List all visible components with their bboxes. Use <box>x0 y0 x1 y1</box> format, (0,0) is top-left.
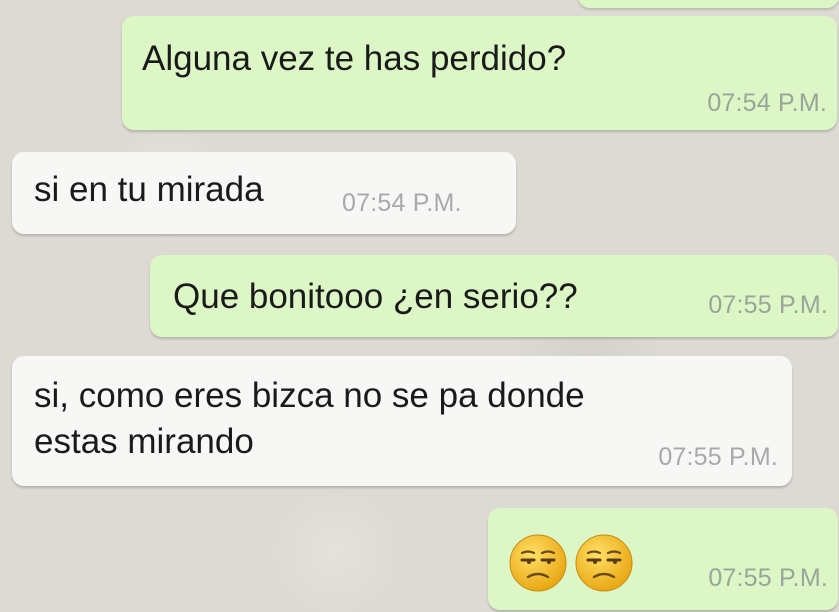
chat-conversation: Alguna vez te has perdido? 07:54 P.M. si… <box>0 0 839 612</box>
message-text-line-2: estas mirando <box>34 422 254 461</box>
previous-message-bubble <box>578 0 839 8</box>
message-timestamp: 07:54 P.M. <box>342 189 462 217</box>
message-text-line-1: si, como eres bizca no se pa donde <box>34 376 585 415</box>
message-timestamp: 07:55 P.M. <box>708 291 828 319</box>
message-timestamp: 07:55 P.M. <box>658 443 778 471</box>
message-bubble-outgoing[interactable]: 07:55 P.M. <box>488 508 838 610</box>
message-bubble-incoming[interactable]: si en tu mirada 07:54 P.M. <box>12 152 516 234</box>
message-bubble-outgoing[interactable]: Que bonitooo ¿en serio?? 07:55 P.M. <box>150 255 838 337</box>
message-text: si en tu mirada <box>34 170 264 209</box>
message-timestamp: 07:55 P.M. <box>708 564 828 592</box>
message-text: Que bonitooo ¿en serio?? <box>173 277 578 316</box>
message-timestamp: 07:54 P.M. <box>707 89 827 117</box>
message-text: Alguna vez te has perdido? <box>142 39 567 78</box>
unamused-face-icon <box>575 534 633 592</box>
unamused-face-icon <box>509 534 567 592</box>
message-bubble-outgoing[interactable]: Alguna vez te has perdido? 07:54 P.M. <box>122 16 837 130</box>
message-bubble-incoming[interactable]: si, como eres bizca no se pa donde estas… <box>12 356 792 486</box>
